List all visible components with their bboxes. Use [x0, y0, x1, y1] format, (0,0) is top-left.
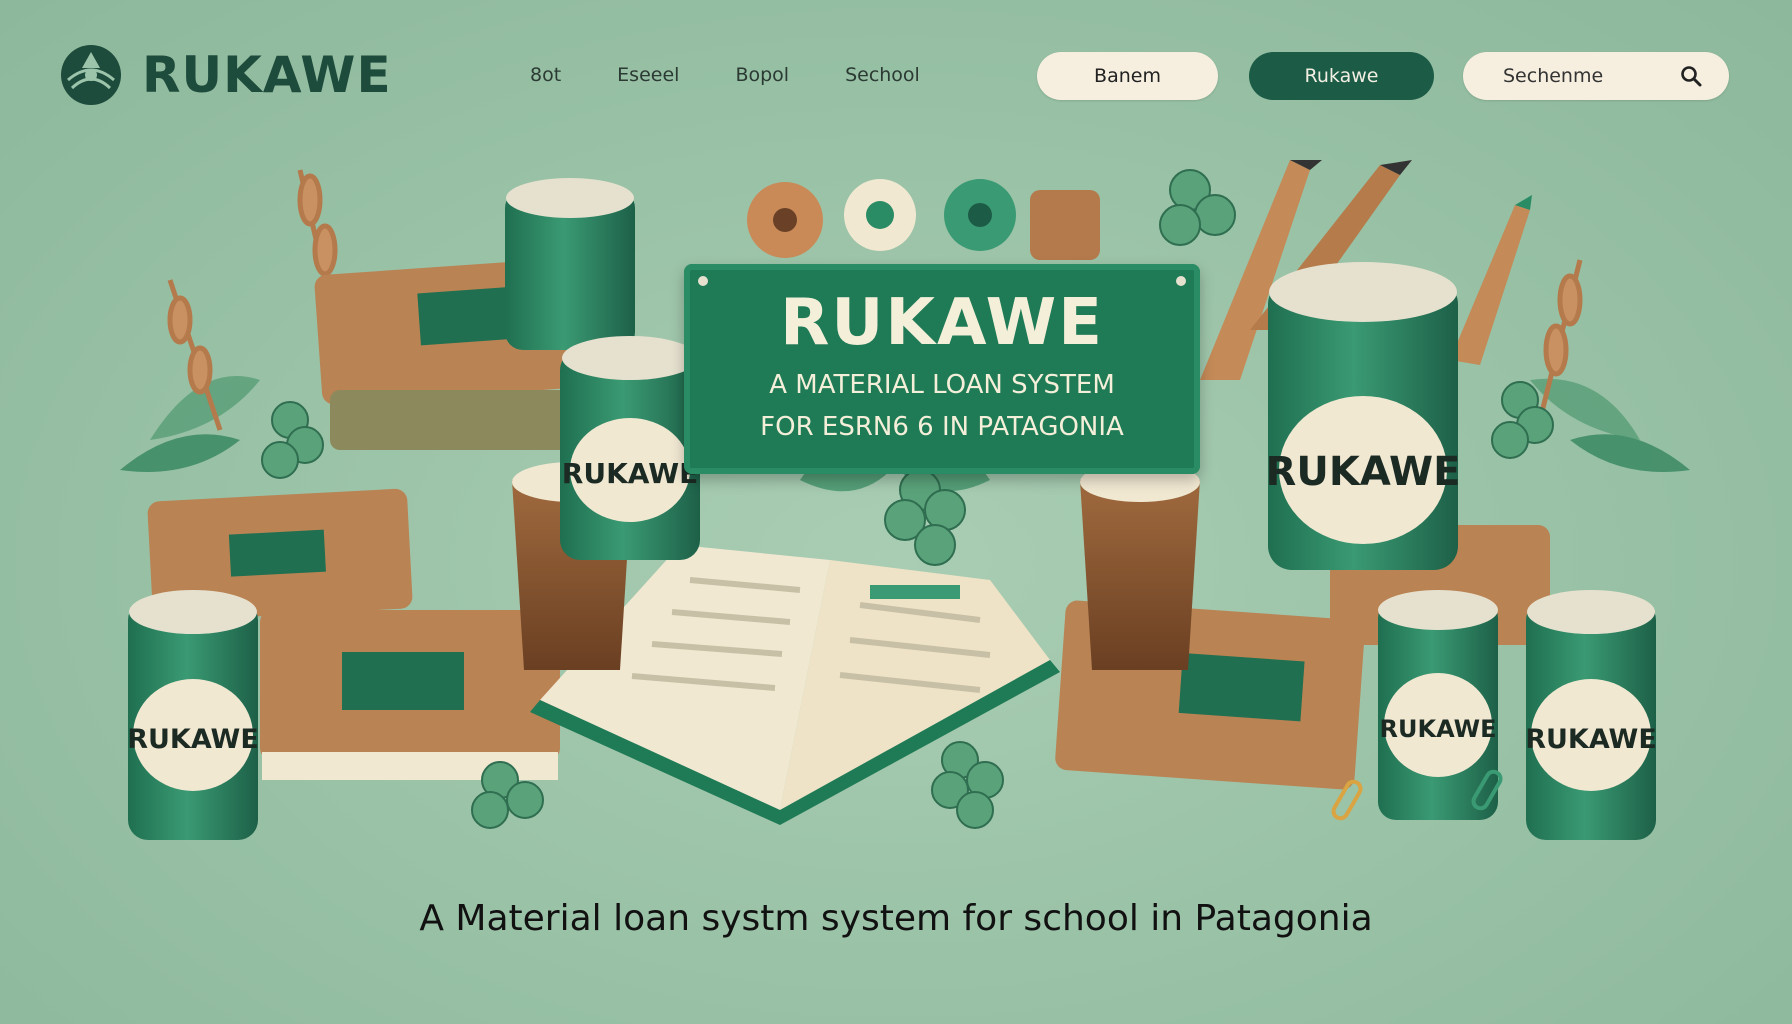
can-label: RUKAWE: [1525, 724, 1657, 755]
banem-button[interactable]: Banem: [1037, 52, 1218, 100]
leaf-emblem-icon: [61, 45, 121, 105]
sign-subtitle-line-2: FOR ESRN6 6 IN PATAGONIA: [760, 412, 1124, 442]
can-label: RUKAWE: [1266, 449, 1461, 495]
can-top-left: [505, 178, 635, 350]
can-label: RUKAWE: [1380, 715, 1497, 743]
nav-link-4[interactable]: Sechool: [845, 64, 920, 86]
can-center-left: RUKAWE: [560, 336, 700, 560]
nav-link-3[interactable]: Bopol: [735, 64, 789, 86]
sign-bolt: [1176, 276, 1186, 286]
search-input[interactable]: Sechenme: [1463, 52, 1729, 100]
brand-logo[interactable]: RUKAWE: [58, 42, 392, 108]
nav-link-2[interactable]: Eseeel: [617, 64, 679, 86]
sign-bolt: [698, 276, 708, 286]
can-bottom-left: RUKAWE: [127, 590, 259, 840]
nav-link-1[interactable]: 8ot: [530, 64, 561, 86]
can-label: RUKAWE: [562, 457, 698, 490]
can-label: RUKAWE: [127, 724, 259, 755]
hero-illustration: RUKAWE RUKAWE RUKAWE RUKAWE RUKAWE: [120, 160, 1690, 840]
hero-tagline: A Material loan systm system for school …: [419, 898, 1373, 939]
rukawe-button[interactable]: Rukawe: [1249, 52, 1434, 100]
top-navigation-bar: RUKAWE 8ot Eseeel Bopol Sechool Banem Ru…: [0, 0, 1792, 150]
sign-subtitle-line-1: A MATERIAL LOAN SYSTEM: [769, 370, 1115, 400]
hero-sign: RUKAWE A MATERIAL LOAN SYSTEM FOR ESRN6 …: [684, 264, 1200, 474]
spools: [747, 179, 1100, 260]
main-nav: 8ot Eseeel Bopol Sechool: [530, 64, 976, 86]
search-input-text: Sechenme: [1503, 65, 1604, 87]
sign-title: RUKAWE: [780, 286, 1104, 360]
can-bottom-right-2: RUKAWE: [1525, 590, 1657, 840]
search-icon[interactable]: [1679, 64, 1703, 88]
brand-name: RUKAWE: [142, 46, 392, 104]
can-right-large: RUKAWE: [1266, 262, 1461, 570]
